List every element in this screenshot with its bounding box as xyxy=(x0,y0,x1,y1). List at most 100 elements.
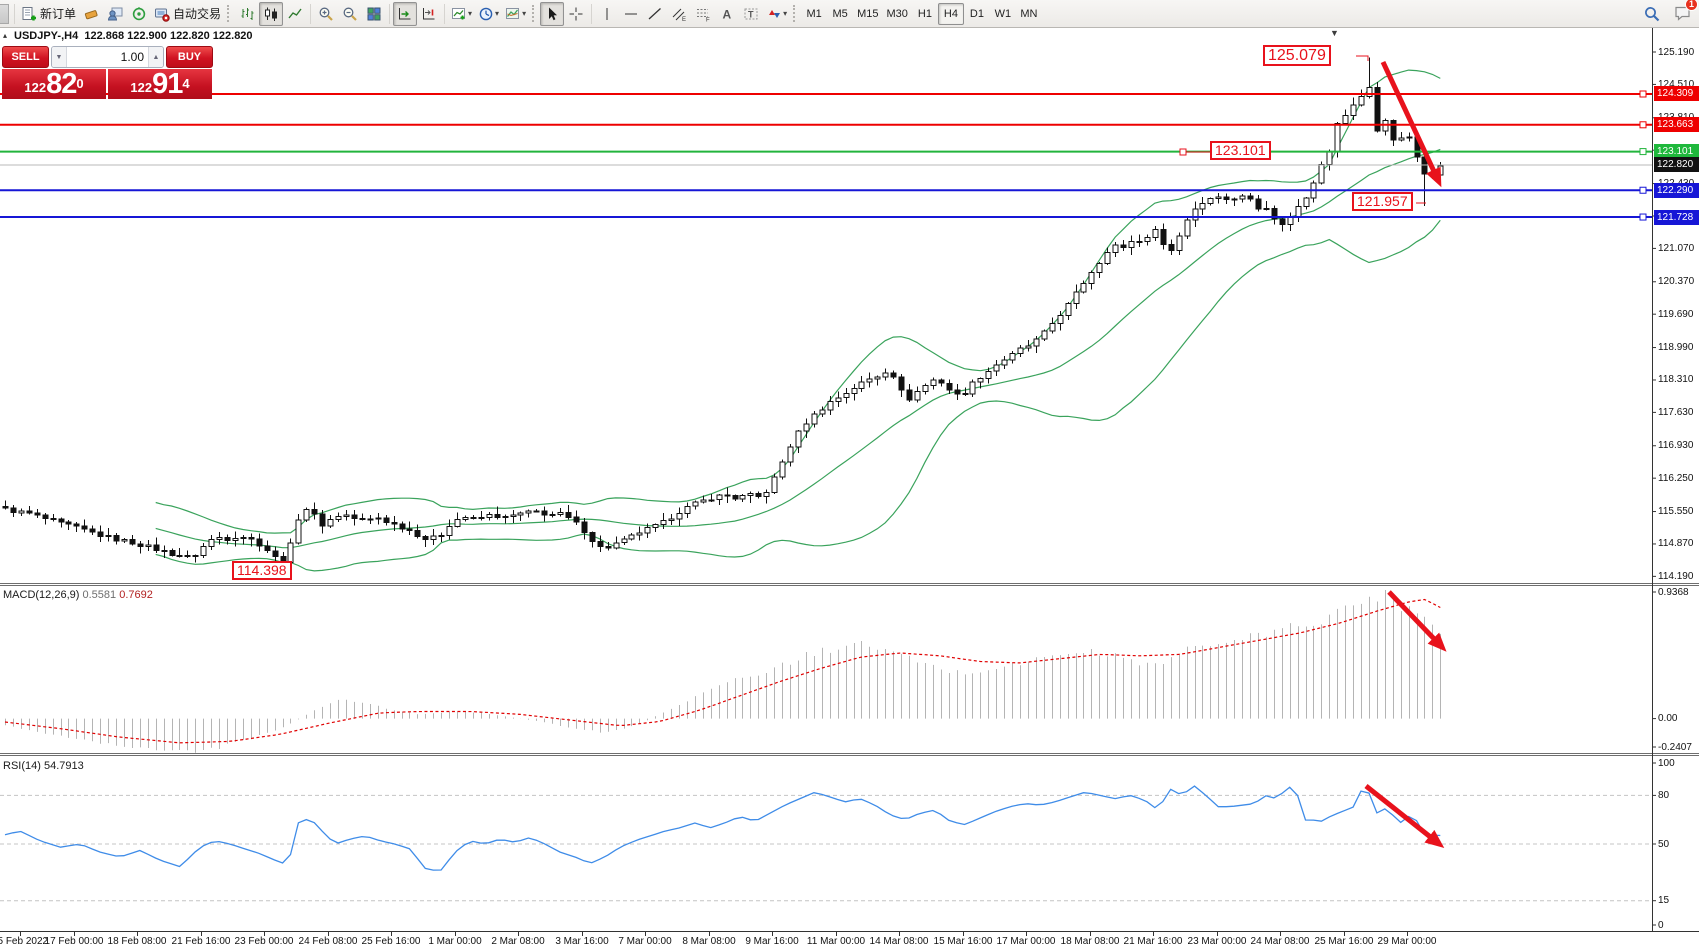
timeframe-w1[interactable]: W1 xyxy=(990,3,1016,25)
candle xyxy=(534,511,539,512)
profile-icon[interactable] xyxy=(103,2,127,26)
candle xyxy=(225,538,230,541)
one-click-panel-toggle[interactable]: ▴ xyxy=(3,31,7,40)
candle xyxy=(725,495,730,496)
timeframe-m1[interactable]: M1 xyxy=(801,3,827,25)
bar-chart-button[interactable] xyxy=(235,2,259,26)
candle xyxy=(606,547,611,548)
candle xyxy=(859,382,864,389)
volume-value[interactable]: 1.00 xyxy=(67,50,148,64)
indicators-button[interactable]: ▾ xyxy=(448,2,475,26)
annotation-handle[interactable] xyxy=(1180,149,1186,155)
candle xyxy=(931,380,936,386)
candle xyxy=(1248,196,1253,199)
price-annotation[interactable]: 121.957 xyxy=(1352,192,1413,211)
toolbar-drag-handle[interactable] xyxy=(227,5,231,22)
broadcast-icon[interactable] xyxy=(127,2,151,26)
candle xyxy=(407,529,412,531)
text-tool[interactable]: A xyxy=(715,2,739,26)
templates-button[interactable]: ▾ xyxy=(502,2,529,26)
toolbar-separator xyxy=(591,4,592,24)
auto-scroll-button[interactable] xyxy=(393,2,417,26)
candle xyxy=(51,518,56,519)
line-handle[interactable] xyxy=(1640,149,1646,155)
candle xyxy=(1129,242,1134,248)
candle xyxy=(146,545,151,547)
candle xyxy=(915,392,920,400)
timeframe-d1[interactable]: D1 xyxy=(964,3,990,25)
sell-price-display[interactable]: 122820 xyxy=(2,69,106,99)
candle xyxy=(1351,105,1356,115)
line-chart-button[interactable] xyxy=(283,2,307,26)
new-order-button[interactable]: 新订单 xyxy=(18,2,79,26)
vertical-line-tool[interactable] xyxy=(595,2,619,26)
candle xyxy=(1177,236,1182,250)
candle xyxy=(257,539,262,546)
zoom-out-button[interactable] xyxy=(338,2,362,26)
candle xyxy=(820,410,825,414)
timeframe-m5[interactable]: M5 xyxy=(827,3,853,25)
candle xyxy=(463,517,468,519)
candle xyxy=(447,526,452,535)
cursor-tool-button[interactable] xyxy=(540,2,564,26)
buy-button[interactable]: BUY xyxy=(166,46,213,68)
tile-windows-button[interactable] xyxy=(362,2,386,26)
timeframe-h4[interactable]: H4 xyxy=(938,3,964,25)
timeframe-m30[interactable]: M30 xyxy=(883,3,912,25)
trend-arrow[interactable] xyxy=(1366,786,1438,843)
candle xyxy=(3,507,8,508)
candle xyxy=(66,522,71,524)
price-annotation[interactable]: 114.398 xyxy=(232,561,292,580)
line-handle[interactable] xyxy=(1640,122,1646,128)
crosshair-tool-button[interactable] xyxy=(564,2,588,26)
equidistant-channel-tool[interactable]: E xyxy=(667,2,691,26)
timeframe-m15[interactable]: M15 xyxy=(853,3,882,25)
line-handle[interactable] xyxy=(1640,214,1646,220)
svg-text:F: F xyxy=(706,17,710,22)
candle xyxy=(1137,242,1142,243)
candle xyxy=(622,539,627,543)
candle xyxy=(106,536,111,537)
text-label-tool[interactable]: T xyxy=(739,2,763,26)
sell-button[interactable]: SELL xyxy=(2,46,49,68)
line-handle[interactable] xyxy=(1640,187,1646,193)
candle xyxy=(883,373,888,377)
chart-canvas[interactable] xyxy=(0,0,1699,952)
candle xyxy=(19,511,24,513)
price-annotation[interactable]: 123.101 xyxy=(1210,141,1271,160)
notifications-button[interactable]: 1 xyxy=(1670,2,1695,26)
candle xyxy=(201,547,206,556)
candle xyxy=(526,511,531,513)
candle xyxy=(542,511,547,515)
volume-decrease-button[interactable]: ▼ xyxy=(52,47,67,67)
candle xyxy=(709,500,714,501)
candlestick-chart-button[interactable] xyxy=(259,2,283,26)
horizontal-line-tool[interactable] xyxy=(619,2,643,26)
zoom-in-button[interactable] xyxy=(314,2,338,26)
arrows-tool-button[interactable]: ▾ xyxy=(763,2,790,26)
buy-price-display[interactable]: 122914 xyxy=(108,69,212,99)
volume-increase-button[interactable]: ▲ xyxy=(148,47,163,67)
timeframe-mn[interactable]: MN xyxy=(1016,3,1042,25)
trendline-tool[interactable] xyxy=(643,2,667,26)
fibonacci-tool[interactable]: F xyxy=(691,2,715,26)
candle xyxy=(1121,245,1126,248)
price-annotation[interactable]: 125.079 xyxy=(1263,45,1331,66)
metaeditor-icon[interactable] xyxy=(79,2,103,26)
search-button[interactable] xyxy=(1640,2,1664,26)
line-handle[interactable] xyxy=(1640,91,1646,97)
candle xyxy=(661,521,666,525)
candle xyxy=(1216,197,1221,199)
candle xyxy=(1438,166,1443,175)
candle xyxy=(907,390,912,400)
trend-arrow[interactable] xyxy=(1389,592,1441,646)
autotrading-button[interactable]: 自动交易 xyxy=(151,2,224,26)
candle xyxy=(1264,208,1269,209)
chart-shift-marker[interactable]: ▼ xyxy=(1330,28,1339,38)
candle xyxy=(360,518,365,519)
chart-shift-button[interactable] xyxy=(417,2,441,26)
periods-button[interactable]: ▾ xyxy=(475,2,502,26)
timeframe-h1[interactable]: H1 xyxy=(912,3,938,25)
toolbar-drag-handle[interactable] xyxy=(532,5,536,22)
toolbar-drag-handle[interactable] xyxy=(793,5,797,22)
